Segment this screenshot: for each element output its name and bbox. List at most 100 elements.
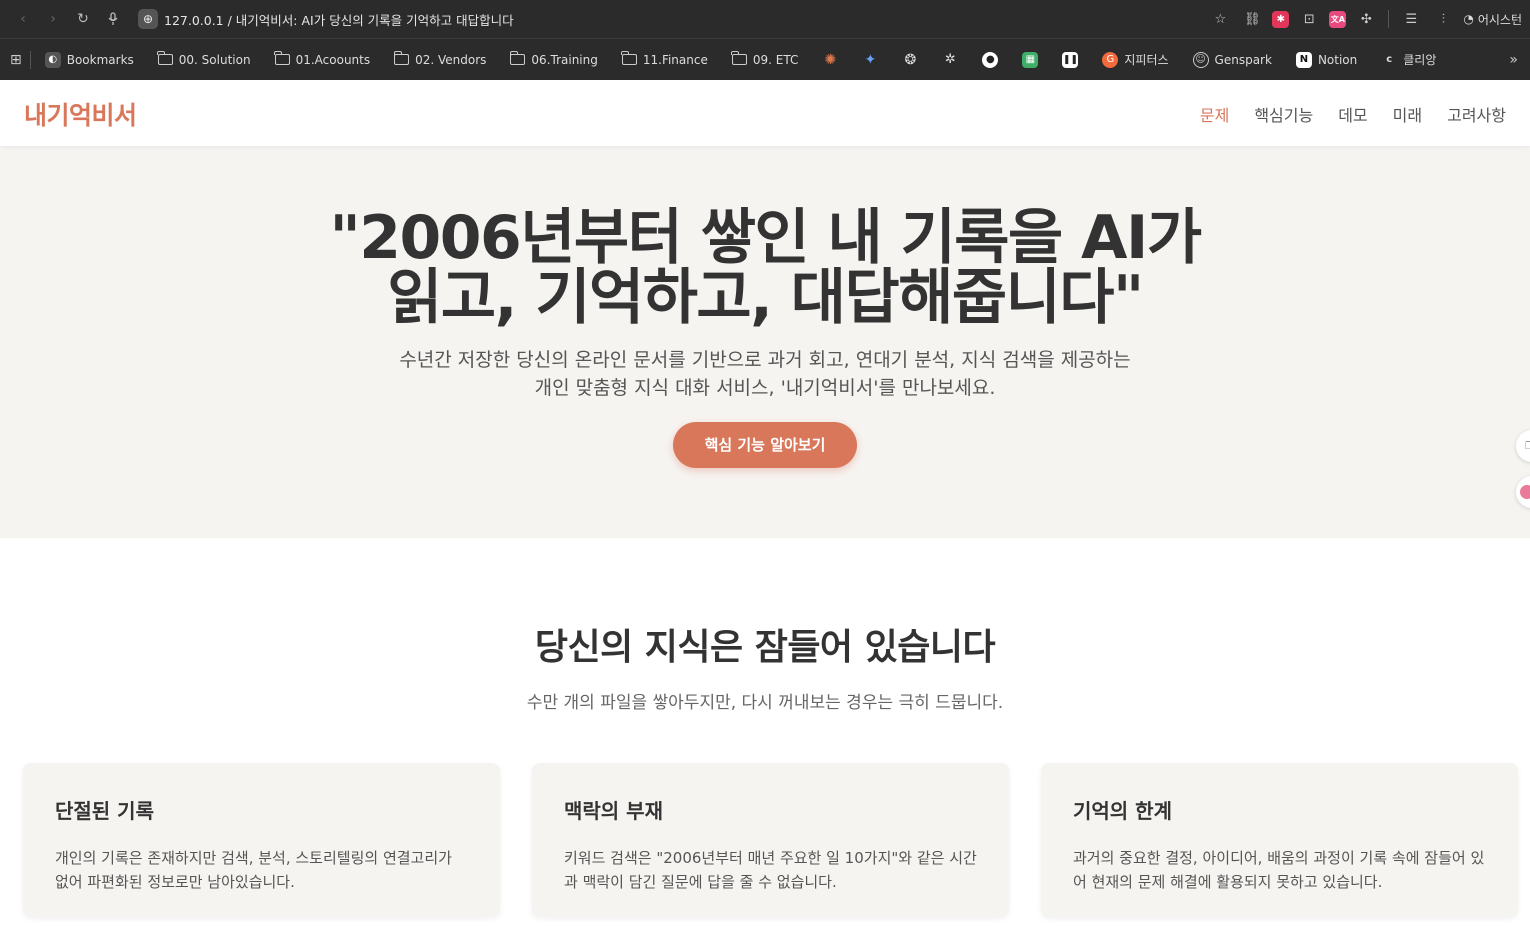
assistant-label: 어시스턴: [1477, 12, 1522, 27]
bookmark-label: 지피터스: [1124, 53, 1169, 67]
side-widget-copy-icon[interactable]: ❐: [1516, 430, 1530, 462]
side-widget-extension[interactable]: [1516, 476, 1530, 508]
web-page: 내기억비서 문제 핵심기능 데모 미래 고려사항 "2006년부터 쌓인 내 기…: [0, 81, 1530, 926]
site-logo[interactable]: 내기억비서: [24, 96, 137, 132]
gpters-icon: G: [1102, 51, 1119, 68]
hero-section: "2006년부터 쌓인 내 기록을 AI가 읽고, 기억하고, 대답해줍니다" …: [0, 146, 1530, 538]
star-icon[interactable]: ☆: [1208, 7, 1232, 31]
folder-icon: [509, 51, 526, 65]
problem-subtitle: 수만 개의 파일을 쌓아두지만, 다시 꺼내보는 경우는 극히 드뭅니다.: [526, 693, 1004, 713]
nav-problem[interactable]: 문제: [1200, 102, 1229, 126]
apps-grid-icon[interactable]: ⊞: [4, 52, 28, 68]
folder-icon: [157, 51, 173, 65]
claude-icon: ✺: [824, 51, 837, 68]
bookmark-folder-training[interactable]: 06.Training: [498, 45, 609, 75]
bookmark-label: Bookmarks: [66, 52, 134, 67]
bookmark-green-app[interactable]: ▦: [1010, 51, 1050, 68]
bookmark-folder-etc[interactable]: 09. ETC: [720, 45, 811, 75]
problem-section: 당신의 지식은 잠들어 있습니다 수만 개의 파일을 쌓아두지만, 다시 꺼내보…: [0, 538, 1530, 917]
bookmark-label: 02. Vendors: [415, 52, 487, 67]
bookmark-label: Genspark: [1214, 52, 1272, 67]
folder-icon: [393, 51, 410, 65]
nav-demo[interactable]: 데모: [1338, 102, 1367, 126]
bookmark-label: 09. ETC: [752, 52, 799, 67]
problem-card: 단절된 기록 개인의 기록은 존재하지만 검색, 분석, 스토리텔링의 연결고리…: [23, 763, 500, 917]
features-cta-button[interactable]: 핵심 기능 알아보기: [672, 422, 858, 468]
pink-extension-icon: [1520, 485, 1530, 499]
hero-title-line2: 읽고, 기억하고, 대답해줍니다": [387, 263, 1144, 333]
hero-subtitle-line1: 수년간 저장한 당신의 온라인 문서를 기반으로 과거 회고, 연대기 분석, …: [399, 349, 1131, 371]
bookmarks-bar: ⊞ ◐ Bookmarks 00. Solution 01.Acoounts 0…: [0, 38, 1530, 80]
bookmark-folder-finance[interactable]: 11.Finance: [610, 45, 720, 75]
robot-icon[interactable]: ⊡: [1297, 7, 1321, 31]
more-bookmarks-icon[interactable]: »: [1509, 52, 1526, 68]
site-nav: 문제 핵심기능 데모 미래 고려사항: [1200, 102, 1506, 126]
folder-icon: [621, 51, 637, 65]
hero-title-line1: "2006년부터 쌓인 내 기록을 AI가: [329, 203, 1202, 273]
bookmark-clien[interactable]: c 클리앙: [1369, 45, 1448, 75]
folder-icon: [274, 51, 290, 65]
menu-lines-icon[interactable]: ☰: [1399, 7, 1423, 31]
gemini-icon: ✦: [864, 51, 877, 68]
bookmark-chatgpt[interactable]: ❂: [890, 52, 930, 68]
audio-wave-icon[interactable]: ⫶: [1431, 7, 1455, 31]
problem-title: 당신의 지식은 잠들어 있습니다: [534, 627, 996, 668]
bookmark-genspark[interactable]: ☺ Genspark: [1181, 45, 1284, 75]
bookmark-label: 클리앙: [1403, 53, 1437, 67]
link-icon[interactable]: ⛓: [1240, 7, 1264, 31]
hero-subtitle-line2: 개인 맞춤형 지식 대화 서비스, '내기억비서'를 만나보세요.: [534, 377, 996, 399]
bookmark-github[interactable]: ●: [970, 51, 1010, 68]
forward-icon[interactable]: ›: [38, 5, 68, 33]
folder-icon: [731, 51, 747, 65]
bookmarks-separator: [29, 50, 31, 69]
problem-card: 맥락의 부재 키워드 검색은 "2006년부터 매년 주요한 일 10가지"와 …: [532, 763, 1009, 917]
bookmark-bookmarks[interactable]: ◐ Bookmarks: [33, 45, 146, 75]
card-title: 기억의 한계: [1073, 799, 1172, 823]
bookmarks-site-icon: ◐: [44, 51, 61, 68]
card-text: 개인의 기록은 존재하지만 검색, 분석, 스토리텔링의 연결고리가 없어 파편…: [55, 849, 452, 891]
bookmark-gpters[interactable]: G 지피터스: [1090, 45, 1180, 75]
green-app-icon: ▦: [1022, 51, 1039, 68]
card-text: 과거의 중요한 결정, 아이디어, 배움의 과정이 기록 속에 잠들어 있어 현…: [1073, 849, 1485, 891]
globe-icon: ⊕: [138, 9, 158, 29]
bookmark-label: Notion: [1317, 52, 1358, 67]
nav-considerations[interactable]: 고려사항: [1447, 102, 1506, 126]
assistant-button[interactable]: ◔ 어시스턴: [1463, 11, 1522, 28]
browser-titlebar: ‹ › ↻ ⊕ 127.0.0.1 / 내기억비서: AI가 당신의 기록을 기…: [0, 0, 1530, 38]
bookmark-notion[interactable]: N Notion: [1284, 45, 1369, 75]
site-header: 내기억비서 문제 핵심기능 데모 미래 고려사항: [0, 81, 1530, 146]
bookmark-label: 06.Training: [531, 52, 598, 67]
translate-extension-icon[interactable]: 文A: [1329, 10, 1347, 28]
notion-icon: N: [1295, 51, 1312, 68]
bookmark-claude[interactable]: ✺: [810, 52, 850, 68]
bookmark-label: 00. Solution: [178, 52, 251, 67]
bookmark-perplexity[interactable]: ✲: [930, 52, 970, 68]
url-text: 127.0.0.1 / 내기억비서: AI가 당신의 기록을 기억하고 대답합니…: [164, 12, 514, 28]
pause-icon: ❚❚: [1062, 51, 1079, 68]
bookmark-folder-solution[interactable]: 00. Solution: [146, 45, 263, 75]
card-title: 맥락의 부재: [564, 799, 663, 823]
bookmark-gemini[interactable]: ✦: [850, 52, 890, 68]
puzzle-icon[interactable]: ✣: [1354, 7, 1378, 31]
extension-red-icon[interactable]: ✱: [1272, 10, 1290, 28]
bookmark-pause-app[interactable]: ❚❚: [1050, 51, 1090, 68]
problem-cards: 단절된 기록 개인의 기록은 존재하지만 검색, 분석, 스토리텔링의 연결고리…: [0, 763, 1530, 917]
hero-subtitle: 수년간 저장한 당신의 온라인 문서를 기반으로 과거 회고, 연대기 분석, …: [0, 346, 1530, 402]
genspark-icon: ☺: [1192, 51, 1209, 68]
toolbar-separator: [1388, 10, 1390, 28]
nav-features[interactable]: 핵심기능: [1254, 102, 1313, 126]
microphone-icon[interactable]: [98, 5, 128, 33]
reload-icon[interactable]: ↻: [68, 5, 98, 33]
back-icon[interactable]: ‹: [8, 5, 38, 33]
nav-future[interactable]: 미래: [1393, 102, 1422, 126]
bookmark-folder-vendors[interactable]: 02. Vendors: [382, 45, 498, 75]
bookmark-folder-accounts[interactable]: 01.Acoounts: [263, 45, 383, 75]
address-bar[interactable]: ⊕ 127.0.0.1 / 내기억비서: AI가 당신의 기록을 기억하고 대답…: [138, 9, 1208, 29]
bookmark-label: 11.Finance: [642, 52, 708, 67]
bookmark-label: 01.Acoounts: [295, 52, 371, 67]
hero-title: "2006년부터 쌓인 내 기록을 AI가 읽고, 기억하고, 대답해줍니다": [0, 208, 1530, 328]
problem-card: 기억의 한계 과거의 중요한 결정, 아이디어, 배움의 과정이 기록 속에 잠…: [1041, 763, 1518, 917]
github-icon: ●: [982, 51, 999, 68]
perplexity-icon: ✲: [944, 52, 956, 67]
clien-icon: c: [1386, 54, 1393, 65]
